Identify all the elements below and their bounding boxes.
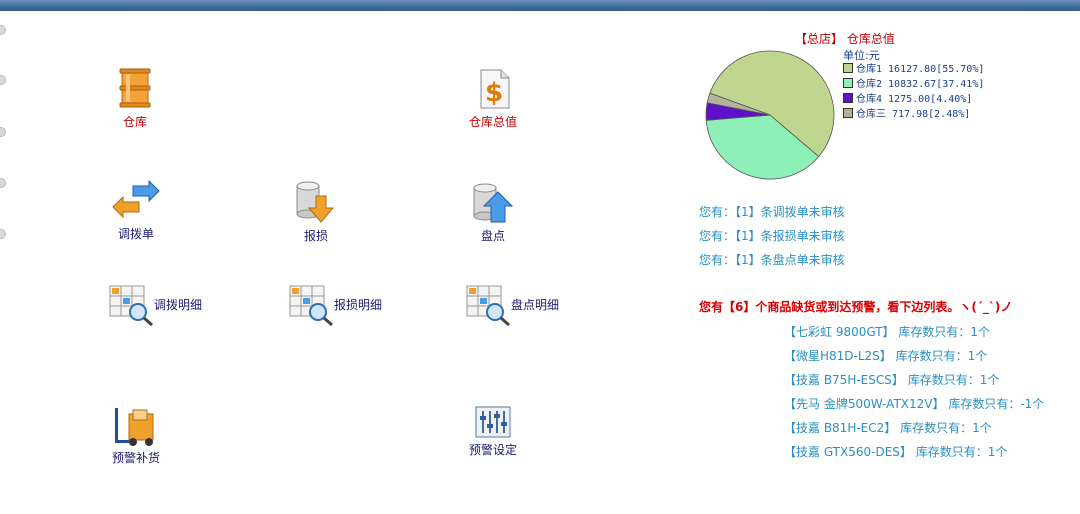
grid-magnifier-icon [109, 285, 153, 327]
stocktake-label: 盘点 [480, 229, 505, 243]
restock-tile[interactable]: 预警补货 [108, 406, 164, 466]
pending-loss-notice[interactable]: 您有：【1】条报损单未审核 [699, 227, 845, 244]
loss-detail-label: 报损明细 [334, 298, 383, 312]
side-dot [0, 75, 6, 85]
legend-item: 仓库2 10832.67[37.41%] [843, 77, 984, 92]
stock-item-qty: 库存数只有：1个 [900, 421, 992, 435]
warehouse-barrel-icon [119, 68, 151, 108]
database-up-arrow-icon [473, 183, 514, 223]
pending-transfer-notice[interactable]: 您有：【1】条调拨单未审核 [699, 203, 845, 220]
warehouse-value-tile[interactable]: $ 仓库总值 [466, 68, 520, 130]
grid-magnifier-icon [466, 285, 510, 327]
stock-item-name: 【先马 金牌500W-ATX12V】 [784, 397, 945, 411]
stock-item-name: 【技嘉 B81H-EC2】 [784, 421, 897, 435]
legend-text: 仓库4 1275.00[4.40%] [856, 94, 973, 105]
stock-alert-item[interactable]: 【先马 金牌500W-ATX12V】 库存数只有：-1个 [784, 395, 1044, 412]
legend-swatch [843, 108, 853, 118]
side-dot [0, 127, 6, 137]
warehouse-tile[interactable]: 仓库 [110, 66, 160, 130]
loss-label: 报损 [303, 229, 328, 243]
stock-item-qty: 库存数只有：1个 [907, 373, 1000, 387]
stock-alert-item[interactable]: 【微星H81D-L2S】 库存数只有：1个 [784, 347, 987, 364]
legend-item: 仓库1 16127.80[55.70%] [843, 62, 984, 77]
stock-item-qty: 库存数只有：1个 [915, 445, 1008, 459]
stocktake-detail-tile[interactable]: 盘点明细 [465, 284, 575, 328]
stock-alert-item[interactable]: 【技嘉 GTX560-DES】 库存数只有：1个 [784, 443, 1007, 460]
database-down-arrow-icon [296, 181, 335, 223]
pie-chart-unit: 单位:元 [843, 49, 880, 62]
legend-item: 仓库4 1275.00[4.40%] [843, 92, 984, 107]
forklift-icon [115, 408, 154, 446]
stocktake-tile[interactable]: 盘点 [470, 180, 516, 244]
stock-item-qty: 库存数只有：-1个 [948, 397, 1045, 411]
svg-text:$: $ [485, 78, 503, 108]
warehouse-value-label: 仓库总值 [468, 115, 517, 129]
side-dot [0, 229, 6, 239]
stock-item-name: 【技嘉 B75H-ESCS】 [784, 373, 904, 387]
pending-stocktake-notice[interactable]: 您有：【1】条盘点单未审核 [699, 251, 845, 268]
stock-item-name: 【微星H81D-L2S】 [784, 349, 892, 363]
stock-item-qty: 库存数只有：1个 [895, 349, 988, 363]
legend-text: 仓库三 717.98[2.48%] [856, 109, 971, 120]
pie-legend: 仓库1 16127.80[55.70%] 仓库2 10832.67[37.41%… [843, 62, 984, 122]
stock-alert-item[interactable]: 【七彩虹 9800GT】 库存数只有：1个 [784, 323, 990, 340]
stock-alert-item[interactable]: 【技嘉 B75H-ESCS】 库存数只有：1个 [784, 371, 999, 388]
loss-detail-tile[interactable]: 报损明细 [288, 284, 398, 328]
warehouse-label: 仓库 [122, 115, 147, 129]
stock-item-name: 【技嘉 GTX560-DES】 [784, 445, 912, 459]
sliders-settings-icon [475, 406, 511, 438]
restock-label: 预警补货 [111, 451, 160, 465]
legend-text: 仓库2 10832.67[37.41%] [856, 79, 985, 90]
transfer-detail-label: 调拨明细 [154, 298, 203, 312]
legend-swatch [843, 63, 853, 73]
grid-magnifier-icon [289, 285, 333, 327]
alert-settings-label: 预警设定 [468, 443, 517, 457]
top-banner-bar [0, 0, 1080, 11]
legend-swatch [843, 78, 853, 88]
transfer-label: 调拨单 [117, 227, 154, 241]
alert-settings-tile[interactable]: 预警设定 [466, 406, 520, 458]
legend-swatch [843, 93, 853, 103]
stock-alert-item[interactable]: 【技嘉 B81H-EC2】 库存数只有：1个 [784, 419, 992, 436]
stocktake-detail-label: 盘点明细 [511, 298, 560, 312]
stock-alert-message: 您有【6】个商品缺货或到达预警，看下边列表。ヽ(´_`)ノ [699, 300, 1013, 314]
stock-item-qty: 库存数只有：1个 [898, 325, 991, 339]
dollar-document-icon: $ [480, 69, 510, 109]
side-dot [0, 25, 6, 35]
transfer-detail-tile[interactable]: 调拨明细 [108, 284, 218, 328]
warehouse-value-pie-chart [705, 50, 835, 180]
transfer-tile[interactable]: 调拨单 [108, 179, 164, 242]
legend-text: 仓库1 16127.80[55.70%] [856, 64, 985, 75]
side-dot [0, 178, 6, 188]
legend-item: 仓库三 717.98[2.48%] [843, 107, 984, 122]
stock-item-name: 【七彩虹 9800GT】 [784, 325, 895, 339]
loss-tile[interactable]: 报损 [292, 180, 340, 244]
transfer-arrows-icon [112, 179, 160, 219]
